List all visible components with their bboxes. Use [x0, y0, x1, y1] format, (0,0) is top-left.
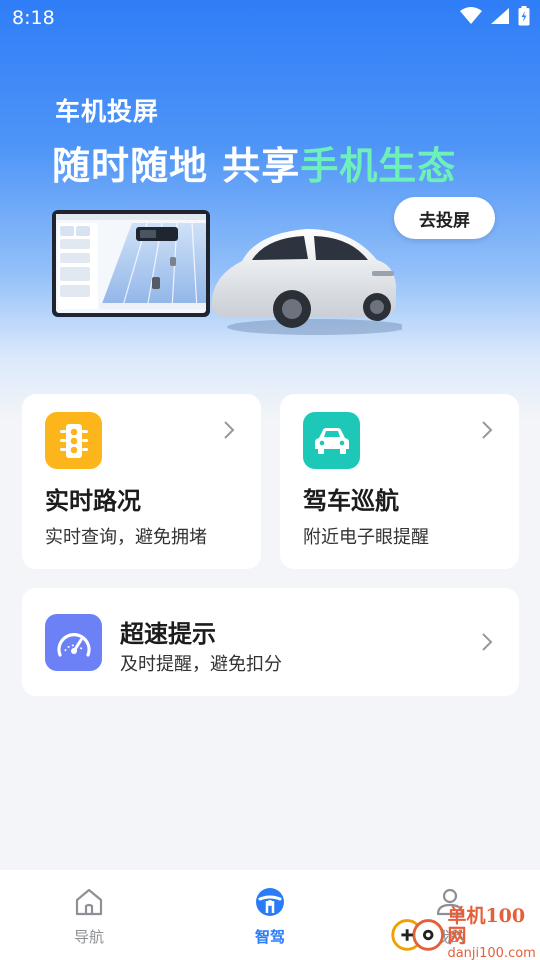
tab-navigation[interactable]: 导航: [29, 870, 149, 960]
battery-icon: [518, 6, 530, 26]
card-title: 超速提示: [120, 620, 216, 648]
watermark-main: 单机100网: [447, 905, 526, 948]
steering-wheel-icon: [256, 888, 284, 916]
status-bar: 8:18: [0, 0, 540, 36]
watermark-logo-icon: [391, 919, 445, 951]
tab-label: 导航: [73, 928, 104, 946]
status-icons: [460, 6, 530, 26]
hero-title: 随时随地 共享手机生态: [52, 135, 456, 190]
hero-title-highlight: 手机生态: [300, 144, 457, 188]
card-desc: 实时查询，避免拥堵: [45, 527, 207, 548]
card-title: 驾车巡航: [303, 487, 399, 515]
tab-label: 智驾: [254, 928, 285, 946]
card-desc: 及时提醒，避免扣分: [120, 654, 282, 675]
cast-button[interactable]: 去投屏: [394, 197, 495, 239]
status-time: 8:18: [12, 7, 55, 29]
car-screen-illustration: [52, 210, 402, 335]
car-icon: [303, 412, 360, 469]
chevron-right-icon: [224, 421, 235, 439]
hero-title-main: 随时随地 共享: [52, 144, 301, 188]
traffic-light-icon: [45, 412, 102, 469]
card-speeding-alert[interactable]: 超速提示 及时提醒，避免扣分: [22, 588, 519, 696]
card-desc: 附近电子眼提醒: [303, 527, 429, 548]
watermark: 单机100网 danji100.com: [388, 906, 540, 960]
chevron-right-icon: [482, 633, 493, 651]
chevron-right-icon: [482, 421, 493, 439]
watermark-sub: danji100.com: [447, 946, 536, 960]
card-realtime-traffic[interactable]: 实时路况 实时查询，避免拥堵: [22, 394, 261, 569]
card-title: 实时路况: [45, 487, 141, 515]
tab-smart-driving[interactable]: 智驾: [210, 870, 330, 960]
signal-icon: [491, 8, 509, 24]
hero-subtitle: 车机投屏: [55, 97, 160, 126]
speedometer-icon: [45, 614, 102, 671]
watermark-text: 单机100网 danji100.com: [447, 905, 540, 960]
wifi-icon: [460, 7, 482, 24]
card-driving-cruise[interactable]: 驾车巡航 附近电子眼提醒: [280, 394, 519, 569]
home-icon: [75, 888, 103, 916]
